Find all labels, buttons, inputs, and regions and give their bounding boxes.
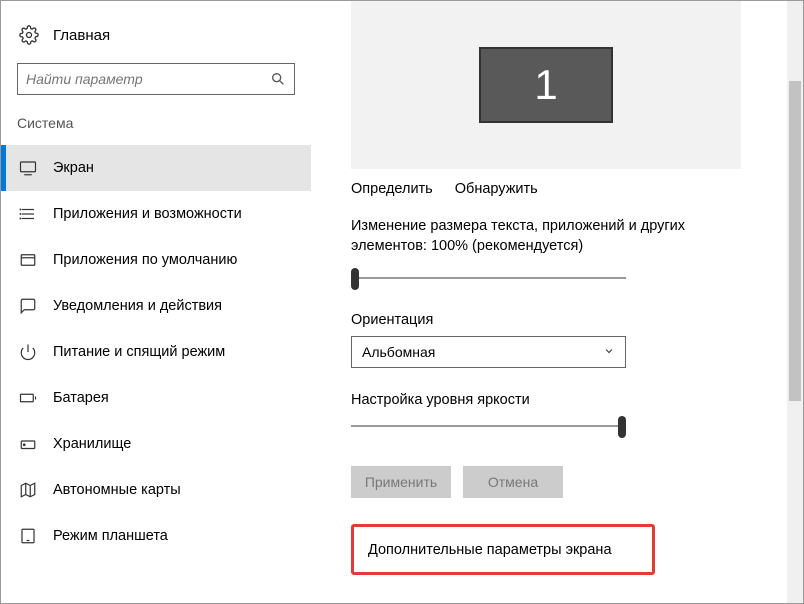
storage-icon xyxy=(19,435,37,453)
display-preview: 1 xyxy=(351,1,741,169)
sidebar-item-label: Питание и спящий режим xyxy=(53,344,225,360)
orientation-label: Ориентация xyxy=(351,312,741,328)
advanced-link-highlight: Дополнительные параметры экрана xyxy=(351,524,655,575)
monitor-tile[interactable]: 1 xyxy=(479,47,613,123)
monitor-number: 1 xyxy=(534,61,557,109)
brightness-slider[interactable] xyxy=(351,416,626,436)
scrollbar-vertical[interactable] xyxy=(787,1,803,603)
search-box[interactable] xyxy=(17,63,295,95)
home-row[interactable]: Главная xyxy=(1,25,311,63)
apps-icon xyxy=(19,205,37,223)
sidebar-item-tablet[interactable]: Режим планшета xyxy=(1,513,311,559)
content-pane: 1 Определить Обнаружить Изменение размер… xyxy=(311,1,803,603)
sidebar-item-power[interactable]: Питание и спящий режим xyxy=(1,329,311,375)
scale-text: Изменение размера текста, приложений и д… xyxy=(351,217,741,256)
sidebar-item-label: Батарея xyxy=(53,390,109,406)
sidebar-item-maps[interactable]: Автономные карты xyxy=(1,467,311,513)
gear-icon xyxy=(19,25,39,45)
sidebar-item-apps[interactable]: Приложения и возможности xyxy=(1,191,311,237)
identify-link[interactable]: Определить xyxy=(351,181,433,197)
scale-slider[interactable] xyxy=(351,268,626,288)
sidebar-item-label: Экран xyxy=(53,160,94,176)
sidebar-item-battery[interactable]: Батарея xyxy=(1,375,311,421)
orientation-value: Альбомная xyxy=(362,344,435,360)
sidebar-item-label: Хранилище xyxy=(53,436,131,452)
home-label: Главная xyxy=(53,27,110,44)
slider-thumb[interactable] xyxy=(351,268,359,290)
sidebar-item-storage[interactable]: Хранилище xyxy=(1,421,311,467)
slider-track xyxy=(351,277,626,279)
brightness-label: Настройка уровня яркости xyxy=(351,392,741,408)
detect-link[interactable]: Обнаружить xyxy=(455,181,538,197)
chevron-down-icon xyxy=(603,344,615,360)
display-icon xyxy=(19,159,37,177)
sidebar-item-label: Приложения по умолчанию xyxy=(53,252,237,268)
sidebar-item-label: Автономные карты xyxy=(53,482,181,498)
tablet-icon xyxy=(19,527,37,545)
orientation-dropdown[interactable]: Альбомная xyxy=(351,336,626,368)
sidebar-item-display[interactable]: Экран xyxy=(1,145,311,191)
search-icon xyxy=(270,71,286,87)
category-label: Система xyxy=(1,115,311,145)
power-icon xyxy=(19,343,37,361)
sidebar-item-label: Уведомления и действия xyxy=(53,298,222,314)
slider-track xyxy=(351,425,626,427)
sidebar-item-default-apps[interactable]: Приложения по умолчанию xyxy=(1,237,311,283)
sidebar: Главная Система Экран Приложения и возмо… xyxy=(1,1,311,603)
battery-icon xyxy=(19,389,37,407)
sidebar-item-notifications[interactable]: Уведомления и действия xyxy=(1,283,311,329)
cancel-button[interactable]: Отмена xyxy=(463,466,563,498)
sidebar-item-label: Приложения и возможности xyxy=(53,206,242,222)
default-apps-icon xyxy=(19,251,37,269)
search-input[interactable] xyxy=(26,71,270,87)
slider-thumb[interactable] xyxy=(618,416,626,438)
scrollbar-thumb[interactable] xyxy=(789,81,801,401)
apply-button[interactable]: Применить xyxy=(351,466,451,498)
maps-icon xyxy=(19,481,37,499)
advanced-display-link[interactable]: Дополнительные параметры экрана xyxy=(368,542,612,558)
sidebar-item-label: Режим планшета xyxy=(53,528,168,544)
notifications-icon xyxy=(19,297,37,315)
